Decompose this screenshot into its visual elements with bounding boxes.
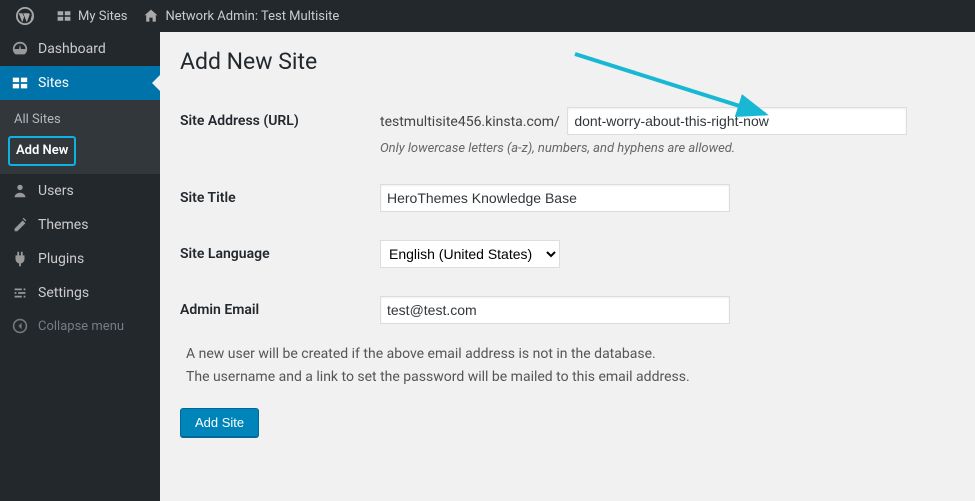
- collapse-menu[interactable]: Collapse menu: [0, 310, 160, 342]
- label-site-language: Site Language: [180, 226, 380, 282]
- email-notice-line1: A new user will be created if the above …: [186, 344, 955, 365]
- menu-users-label: Users: [38, 182, 74, 200]
- label-site-address: Site Address (URL): [180, 93, 380, 170]
- menu-plugins[interactable]: Plugins: [0, 242, 160, 276]
- menu-dashboard[interactable]: Dashboard: [0, 32, 160, 66]
- page-title: Add New Site: [180, 48, 955, 75]
- admin-email-input[interactable]: [380, 296, 730, 324]
- admin-bar: My Sites Network Admin: Test Multisite: [0, 0, 975, 32]
- label-site-title: Site Title: [180, 170, 380, 226]
- dashboard-icon: [10, 40, 30, 58]
- my-sites-link[interactable]: My Sites: [48, 0, 135, 32]
- site-title-input[interactable]: [380, 184, 730, 212]
- users-icon: [10, 182, 30, 200]
- sites-icon: [10, 74, 30, 92]
- menu-themes[interactable]: Themes: [0, 208, 160, 242]
- settings-icon: [10, 284, 30, 302]
- wordpress-icon: [16, 7, 34, 25]
- plugins-icon: [10, 250, 30, 268]
- site-address-input[interactable]: [567, 107, 907, 135]
- add-site-button[interactable]: Add Site: [180, 408, 259, 437]
- collapse-icon: [10, 318, 30, 334]
- home-icon: [143, 8, 159, 24]
- site-address-prefix: testmultisite456.kinsta.com/: [380, 114, 560, 130]
- site-address-hint: Only lowercase letters (a-z), numbers, a…: [380, 141, 945, 156]
- menu-settings[interactable]: Settings: [0, 276, 160, 310]
- label-admin-email: Admin Email: [180, 282, 380, 338]
- admin-menu: Dashboard Sites All Sites Add New Users …: [0, 32, 160, 501]
- site-language-select[interactable]: English (United States): [380, 240, 560, 268]
- network-admin-label: Network Admin: Test Multisite: [165, 9, 339, 24]
- menu-sites-label: Sites: [38, 74, 69, 92]
- menu-settings-label: Settings: [38, 284, 89, 302]
- email-notice-line2: The username and a link to set the passw…: [186, 367, 955, 388]
- submenu-all-sites[interactable]: All Sites: [0, 106, 160, 134]
- submenu-add-new[interactable]: Add New: [8, 136, 76, 166]
- my-sites-label: My Sites: [78, 9, 127, 24]
- menu-themes-label: Themes: [38, 216, 88, 234]
- multisite-icon: [56, 8, 72, 24]
- wp-logo[interactable]: [8, 0, 48, 32]
- email-notice: A new user will be created if the above …: [180, 344, 955, 388]
- menu-sites[interactable]: Sites: [0, 66, 160, 100]
- network-admin-link[interactable]: Network Admin: Test Multisite: [135, 0, 347, 32]
- themes-icon: [10, 216, 30, 234]
- collapse-label: Collapse menu: [38, 319, 124, 334]
- submenu-sites: All Sites Add New: [0, 100, 160, 174]
- form-table: Site Address (URL) testmultisite456.kins…: [180, 93, 955, 338]
- content-area: Add New Site Site Address (URL) testmult…: [160, 32, 975, 501]
- menu-users[interactable]: Users: [0, 174, 160, 208]
- menu-plugins-label: Plugins: [38, 250, 84, 268]
- menu-dashboard-label: Dashboard: [38, 40, 106, 58]
